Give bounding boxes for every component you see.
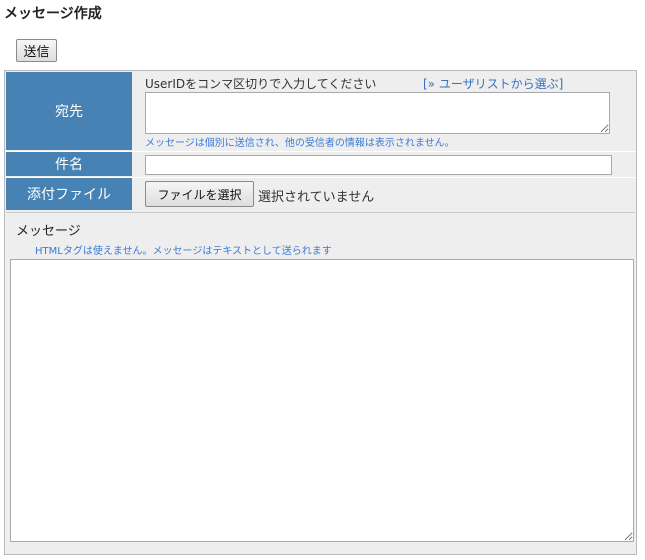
message-note: HTMLタグは使えません。メッセージはテキストとして送られます xyxy=(35,246,332,257)
user-list-link[interactable]: [» ユーザリストから選ぶ] xyxy=(423,75,563,92)
compose-form: 宛先 UserIDをコンマ区切りで入力してください [» ユーザリストから選ぶ]… xyxy=(4,70,637,555)
message-label: メッセージ xyxy=(16,224,81,239)
to-label: 宛先 xyxy=(6,72,132,150)
page-title: メッセージ作成 xyxy=(4,6,102,22)
send-button[interactable]: 送信 xyxy=(16,39,57,62)
to-note: メッセージは個別に送信され、他の受信者の情報は表示されません。 xyxy=(145,138,455,149)
attachment-label: 添付ファイル xyxy=(6,178,132,210)
file-status: 選択されていません xyxy=(258,190,375,205)
subject-label: 件名 xyxy=(6,152,132,176)
to-input[interactable] xyxy=(145,92,610,134)
message-section: メッセージ HTMLタグは使えません。メッセージはテキストとして送られます xyxy=(6,212,635,553)
subject-input[interactable] xyxy=(145,155,612,175)
to-hint: UserIDをコンマ区切りで入力してください xyxy=(145,77,377,91)
choose-file-button[interactable]: ファイルを選択 xyxy=(145,181,254,207)
message-input[interactable] xyxy=(10,259,634,542)
